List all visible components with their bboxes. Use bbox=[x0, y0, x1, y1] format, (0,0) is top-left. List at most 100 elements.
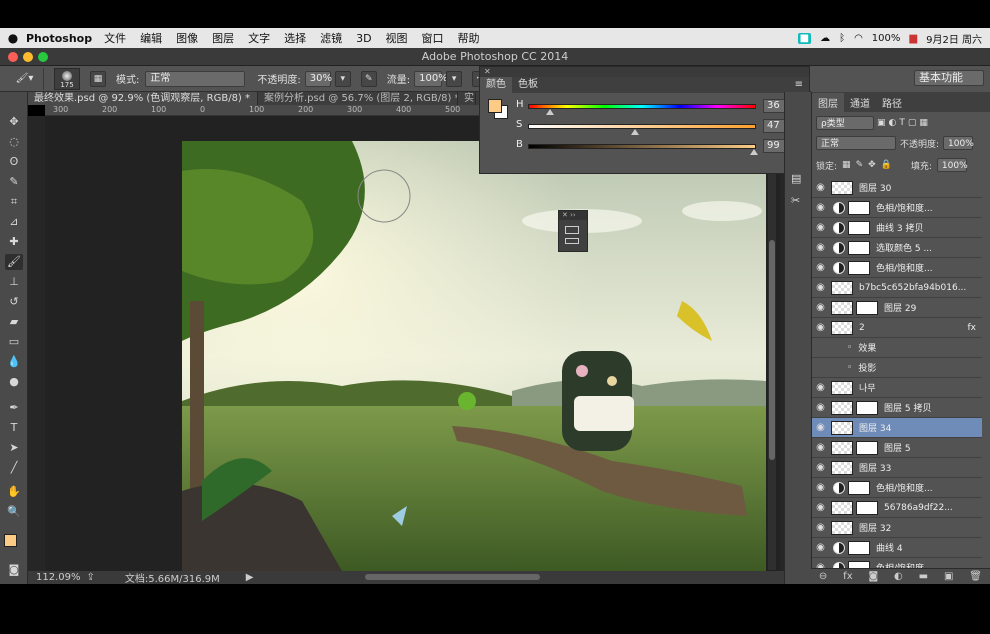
zoom-window-icon[interactable] bbox=[38, 52, 48, 62]
doc-tab-third[interactable]: 实 bbox=[458, 92, 476, 105]
lock-paint-icon[interactable]: ✎ bbox=[856, 160, 864, 170]
lock-transparent-icon[interactable]: ▦ bbox=[842, 160, 851, 170]
menu-filter[interactable]: 滤镜 bbox=[320, 30, 342, 46]
tab-swatches[interactable]: 色板 bbox=[512, 77, 544, 93]
layer-row[interactable]: ◉ 56786a9df22... bbox=[812, 498, 982, 518]
app-menu[interactable]: Photoshop bbox=[26, 32, 92, 45]
tab-paths[interactable]: 路径 bbox=[876, 93, 908, 112]
close-window-icon[interactable] bbox=[8, 52, 18, 62]
fx-badge-icon[interactable]: fx bbox=[968, 323, 977, 333]
clone-source-icon[interactable] bbox=[565, 238, 579, 244]
tab-layers[interactable]: 图层 bbox=[812, 93, 844, 112]
quick-select-tool-icon[interactable]: ✎ bbox=[5, 174, 23, 190]
layer-row[interactable]: ◉ 色相/饱和度... bbox=[812, 478, 982, 498]
menu-window[interactable]: 窗口 bbox=[422, 30, 444, 46]
opacity-input[interactable]: 30% bbox=[304, 70, 332, 87]
layer-row[interactable]: ◦ 效果 bbox=[812, 338, 982, 358]
battery-label[interactable]: 100% bbox=[872, 33, 901, 44]
healing-brush-tool-icon[interactable]: ✚ bbox=[5, 234, 23, 250]
layer-thumbnail[interactable] bbox=[831, 300, 853, 315]
menu-3d[interactable]: 3D bbox=[356, 32, 371, 45]
menu-layer[interactable]: 图层 bbox=[212, 30, 234, 46]
visibility-eye-icon[interactable]: ◉ bbox=[812, 302, 829, 313]
menu-type[interactable]: 文字 bbox=[248, 30, 270, 46]
visibility-eye-icon[interactable]: ◉ bbox=[812, 542, 829, 553]
layer-row[interactable]: ◉ 色相/饱和度... bbox=[812, 198, 982, 218]
layer-mask-thumbnail[interactable] bbox=[848, 200, 870, 215]
doc-tab-final[interactable]: 最终效果.psd @ 92.9% (色调观察层, RGB/8) * bbox=[28, 92, 258, 105]
tab-color[interactable]: 颜色 bbox=[480, 77, 512, 93]
menu-select[interactable]: 选择 bbox=[284, 30, 306, 46]
brush-size-picker[interactable]: 175 bbox=[54, 67, 80, 90]
layer-mask-thumbnail[interactable] bbox=[856, 500, 878, 515]
layer-row[interactable]: ◉ 图层 34 bbox=[812, 418, 982, 438]
layer-thumbnail[interactable] bbox=[831, 400, 853, 415]
new-adjustment-icon[interactable]: ◐ bbox=[894, 571, 903, 582]
type-tool-icon[interactable]: T bbox=[5, 420, 23, 436]
visibility-eye-icon[interactable]: ◉ bbox=[812, 182, 829, 193]
zoom-level[interactable]: 112.09% bbox=[36, 572, 81, 583]
visibility-eye-icon[interactable]: ◉ bbox=[812, 382, 829, 393]
visibility-eye-icon[interactable]: ◉ bbox=[812, 462, 829, 473]
filter-type-icon[interactable]: T bbox=[899, 118, 905, 128]
marquee-tool-icon[interactable]: ◌ bbox=[5, 134, 23, 150]
status-menu-arrow-icon[interactable]: ▶ bbox=[246, 572, 254, 583]
layer-thumbnail[interactable] bbox=[831, 320, 853, 335]
menu-edit[interactable]: 编辑 bbox=[140, 30, 162, 46]
history-panel-icon[interactable]: ▤ bbox=[791, 172, 801, 185]
layer-thumbnail[interactable] bbox=[831, 500, 853, 515]
hue-thumb[interactable] bbox=[546, 109, 554, 115]
layer-mask-thumbnail[interactable] bbox=[856, 400, 878, 415]
visibility-eye-icon[interactable]: ◉ bbox=[812, 522, 829, 533]
new-group-icon[interactable]: ▬ bbox=[919, 571, 928, 582]
filter-adjust-icon[interactable]: ◐ bbox=[889, 118, 897, 128]
layer-row[interactable]: ◉ 图层 29 bbox=[812, 298, 982, 318]
add-mask-icon[interactable]: ◙ bbox=[868, 571, 878, 582]
bluetooth-icon[interactable]: ᛒ bbox=[839, 33, 845, 44]
layer-thumbnail[interactable] bbox=[831, 380, 853, 395]
flow-dropdown-icon[interactable]: ▾ bbox=[446, 70, 463, 87]
eyedropper-tool-icon[interactable]: ⊿ bbox=[5, 214, 23, 230]
visibility-eye-icon[interactable]: ◉ bbox=[812, 222, 829, 233]
eraser-tool-icon[interactable]: ▰ bbox=[5, 314, 23, 330]
dodge-tool-icon[interactable]: ● bbox=[5, 374, 23, 390]
crop-tool-icon[interactable]: ⌗ bbox=[5, 194, 23, 210]
lasso-tool-icon[interactable]: ʘ bbox=[5, 154, 23, 170]
brush-tool-preset-icon[interactable]: 🖌▾ bbox=[6, 67, 44, 90]
layer-row[interactable]: ◉ 图层 5 bbox=[812, 438, 982, 458]
line-tool-icon[interactable]: ╱ bbox=[5, 460, 23, 476]
mini-panel-close-icon[interactable]: ✕ ›› bbox=[559, 211, 587, 220]
canvas-image[interactable] bbox=[182, 141, 766, 571]
saturation-thumb[interactable] bbox=[631, 129, 639, 135]
new-layer-icon[interactable]: ▣ bbox=[944, 571, 953, 582]
layer-thumbnail[interactable] bbox=[831, 440, 853, 455]
visibility-eye-icon[interactable]: ◉ bbox=[812, 242, 829, 253]
mode-select[interactable]: 正常 bbox=[145, 70, 246, 87]
clock[interactable]: 9月2日 周六 bbox=[926, 31, 982, 46]
brush-preset-icon[interactable] bbox=[565, 226, 579, 234]
visibility-eye-icon[interactable]: ◉ bbox=[812, 322, 829, 333]
fill-input[interactable]: 100% bbox=[936, 158, 968, 172]
flow-input[interactable]: 100% bbox=[414, 70, 448, 87]
foreground-color-swatch[interactable] bbox=[4, 534, 17, 547]
layer-filter-select[interactable]: ρ类型 bbox=[816, 116, 874, 130]
lock-position-icon[interactable]: ✥ bbox=[868, 160, 876, 170]
layer-thumbnail[interactable] bbox=[831, 180, 853, 195]
cloud-icon[interactable]: ☁ bbox=[820, 33, 830, 44]
horizontal-scroll-thumb[interactable] bbox=[365, 574, 540, 580]
layer-row[interactable]: ◉ 나무 bbox=[812, 378, 982, 398]
saturation-track[interactable] bbox=[528, 124, 756, 129]
layer-row[interactable]: ◉ 色相/饱和度... bbox=[812, 258, 982, 278]
history-brush-tool-icon[interactable]: ↺ bbox=[5, 294, 23, 310]
pressure-opacity-icon[interactable]: ✎ bbox=[360, 70, 377, 87]
delete-layer-icon[interactable]: 🗑 bbox=[969, 571, 982, 582]
layer-thumbnail[interactable] bbox=[831, 280, 853, 295]
visibility-eye-icon[interactable]: ◉ bbox=[812, 282, 829, 293]
blend-mode-select[interactable]: 正常 bbox=[816, 136, 896, 150]
layer-row[interactable]: ◉ 选取颜色 5 ... bbox=[812, 238, 982, 258]
layer-mask-thumbnail[interactable] bbox=[856, 440, 878, 455]
menu-help[interactable]: 帮助 bbox=[458, 30, 480, 46]
layer-row[interactable]: ◉ 曲线 4 bbox=[812, 538, 982, 558]
wifi-icon[interactable]: ◠ bbox=[854, 33, 863, 44]
brightness-track[interactable] bbox=[528, 144, 756, 149]
